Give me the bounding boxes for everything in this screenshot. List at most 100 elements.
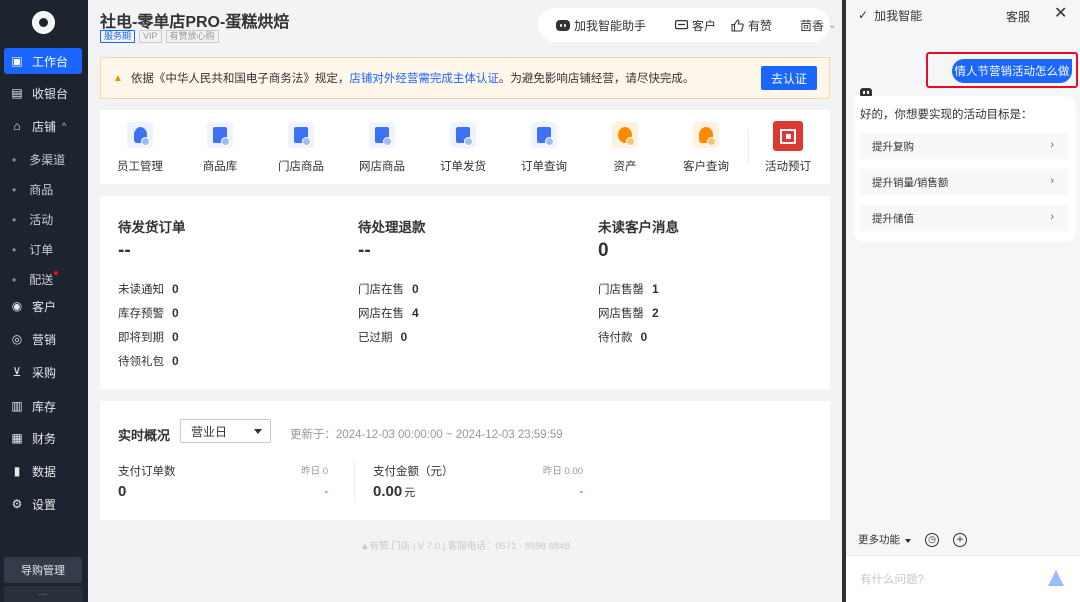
staff-icon (127, 122, 153, 148)
todo-row[interactable]: 网店在售 4 (358, 305, 419, 321)
shortcut-order-search[interactable]: 订单查询 (504, 110, 584, 184)
sidebar-item-customer[interactable]: ◉ 客户 (4, 293, 82, 319)
store-avatar[interactable] (32, 11, 55, 34)
business-day-select[interactable]: 营业日 (180, 419, 271, 443)
sidebar-item-settings[interactable]: ⚙ 设置 (4, 491, 82, 517)
shortcut-order-ship[interactable]: 订单发货 (423, 110, 503, 184)
sidebar-subitem-products[interactable]: 商品 (12, 181, 53, 198)
todo-row[interactable]: 网店售罄 2 (598, 305, 659, 321)
todo-row[interactable]: 待付款 0 (598, 329, 647, 345)
todo-row[interactable]: 即将到期 0 (118, 329, 179, 345)
realtime-overview: 实时概况 营业日 更新于：2024-12-03 00:00:00 ~ 2024-… (100, 401, 830, 520)
go-certify-button[interactable]: 去认证 (761, 66, 817, 90)
sidebar-item-purchase[interactable]: ⊻ 采购 (4, 359, 82, 385)
assistant-toolbar: 更多功能 ◷ + (858, 532, 967, 547)
notification-dot (54, 271, 59, 275)
caret-down-icon (905, 539, 911, 543)
metric-paid-amount[interactable]: 支付金额（元） 昨日 0.00 0.00 元 - (373, 461, 583, 503)
robot-icon (556, 18, 570, 32)
divider (354, 461, 355, 501)
sidebar-item-label: 设置 (32, 497, 57, 512)
certification-notice: ▲ 依据《中华人民共和国电子商务法》规定，店铺对外经营需完成主体认证。为避免影响… (100, 57, 830, 99)
order-search-icon (531, 122, 557, 148)
shortcut-assets[interactable]: 资产 (585, 110, 665, 184)
highlight-frame: 情人节营销活动怎么做 (926, 52, 1078, 88)
more-features-button[interactable]: 更多功能 (858, 532, 911, 547)
page-title: 社电-零单店PRO-蛋糕烘焙 (100, 14, 290, 31)
todo-row[interactable]: 待领礼包 0 (118, 353, 179, 369)
chevron-right-icon: › (1050, 139, 1054, 151)
add-icon[interactable]: + (953, 532, 967, 547)
header-toolbar: 加我智能助手 客户 有赞 茴香 ⌄ (538, 8, 836, 42)
sidebar-subitem-activities[interactable]: 活动 (12, 211, 53, 228)
sidebar-subitem-delivery[interactable]: 配送 (12, 271, 59, 288)
sidebar-item-data[interactable]: ▮ 数据 (4, 458, 82, 484)
assistant-input-area (846, 555, 1080, 602)
assistant-panel: ✓ 加我智能 客服 ✕ 情人节营销活动怎么做 好的，你想要实现的活动目标是： 提… (846, 0, 1080, 602)
todo-row[interactable]: 门店在售 0 (358, 281, 419, 297)
check-logo-icon: ✓ (858, 8, 869, 22)
todo-row[interactable]: 已过期 0 (358, 329, 407, 345)
more-icon[interactable]: ... (4, 586, 82, 602)
cart-icon: ⊻ (12, 365, 22, 379)
thumbs-up-icon (730, 18, 744, 32)
metric-paid-orders[interactable]: 支付订单数 昨日 0 0 - (118, 461, 328, 503)
sidebar-subitem-multichannel[interactable]: 多渠道 (12, 151, 65, 168)
youzan-button[interactable]: 有赞 (730, 17, 772, 34)
guide-management-button[interactable]: 导购管理 (4, 557, 82, 583)
assistant-button[interactable]: 加我智能助手 (556, 17, 646, 34)
sidebar-item-label: 财务 (32, 431, 57, 446)
updated-time: 更新于：2024-12-03 00:00:00 ~ 2024-12-03 23:… (290, 429, 563, 441)
calendar-icon (773, 121, 803, 151)
trust-tag[interactable]: 有赞放心购 (165, 30, 219, 43)
sidebar-item-label: 库存 (32, 399, 57, 414)
warehouse-icon: ▥ (11, 399, 23, 413)
assets-icon (612, 122, 638, 148)
sidebar-item-label: 营销 (32, 332, 57, 347)
gear-icon: ⚙ (11, 497, 23, 511)
todo-row[interactable]: 库存预警 0 (118, 305, 179, 321)
assistant-title: 加我智能 (874, 8, 923, 23)
shortcut-customer-search[interactable]: 客户查询 (666, 110, 746, 184)
sidebar-item-cashier[interactable]: ▤ 收银台 (4, 80, 82, 106)
sidebar-item-store[interactable]: ⌂ 店铺 ^ (4, 113, 82, 139)
sidebar-item-marketing[interactable]: ◎ 营销 (4, 326, 82, 352)
order-ship-icon (450, 122, 476, 148)
customer-search-icon (693, 122, 719, 148)
sidebar-item-finance[interactable]: ▦ 财务 (4, 425, 82, 451)
sidebar-item-label: 店铺 (32, 119, 57, 134)
certification-link[interactable]: 店铺对外经营需完成主体认证 (349, 73, 499, 85)
shortcut-online-products[interactable]: 网店商品 (342, 110, 422, 184)
option-repurchase[interactable]: 提升复购 › (860, 133, 1068, 159)
option-stored-value[interactable]: 提升储值 › (860, 205, 1068, 231)
shortcut-bar: 员工管理 商品库 门店商品 网店商品 订单发货 订单查询 资产 客户查询 活动预… (100, 110, 830, 184)
service-button[interactable]: 客服 (1006, 8, 1030, 25)
chevron-right-icon: › (1050, 175, 1054, 187)
send-icon[interactable] (1048, 570, 1064, 586)
close-icon[interactable]: ✕ (1054, 5, 1067, 23)
customer-button[interactable]: 客户 (674, 17, 716, 34)
option-sales[interactable]: 提升销量/销售额 › (860, 169, 1068, 195)
shortcut-staff[interactable]: 员工管理 (100, 110, 180, 184)
todo-row[interactable]: 门店售罄 1 (598, 281, 659, 297)
shortcut-store-products[interactable]: 门店商品 (261, 110, 341, 184)
store-product-icon (288, 122, 314, 148)
todo-row[interactable]: 未读通知 0 (118, 281, 179, 297)
sidebar-item-inventory[interactable]: ▥ 库存 (4, 393, 82, 419)
service-period-tag[interactable]: 服务期 (100, 30, 136, 43)
section-title: 实时概况 (118, 428, 171, 443)
shortcut-product-library[interactable]: 商品库 (180, 110, 260, 184)
chevron-right-icon: › (1050, 211, 1054, 223)
sidebar-item-label: 收银台 (32, 86, 69, 101)
sidebar-subitem-orders[interactable]: 订单 (12, 241, 53, 258)
workbench-icon: ▣ (11, 54, 23, 68)
shortcut-activity-booking[interactable]: 活动预订 (748, 110, 828, 184)
question-input[interactable] (860, 570, 1040, 590)
sidebar-item-workbench[interactable]: ▣ 工作台 (4, 48, 82, 74)
sidebar: ▣ 工作台 ▤ 收银台 ⌂ 店铺 ^ 多渠道 商品 活动 订单 配送 ◉ 客户 … (0, 0, 88, 602)
history-icon[interactable]: ◷ (925, 532, 939, 547)
user-menu[interactable]: 茴香 ⌄ (800, 17, 836, 34)
bot-message: 好的，你想要实现的活动目标是： 提升复购 › 提升销量/销售额 › 提升储值 › (854, 96, 1076, 242)
online-product-icon (369, 122, 395, 148)
vip-tag[interactable]: VIP (139, 30, 162, 43)
